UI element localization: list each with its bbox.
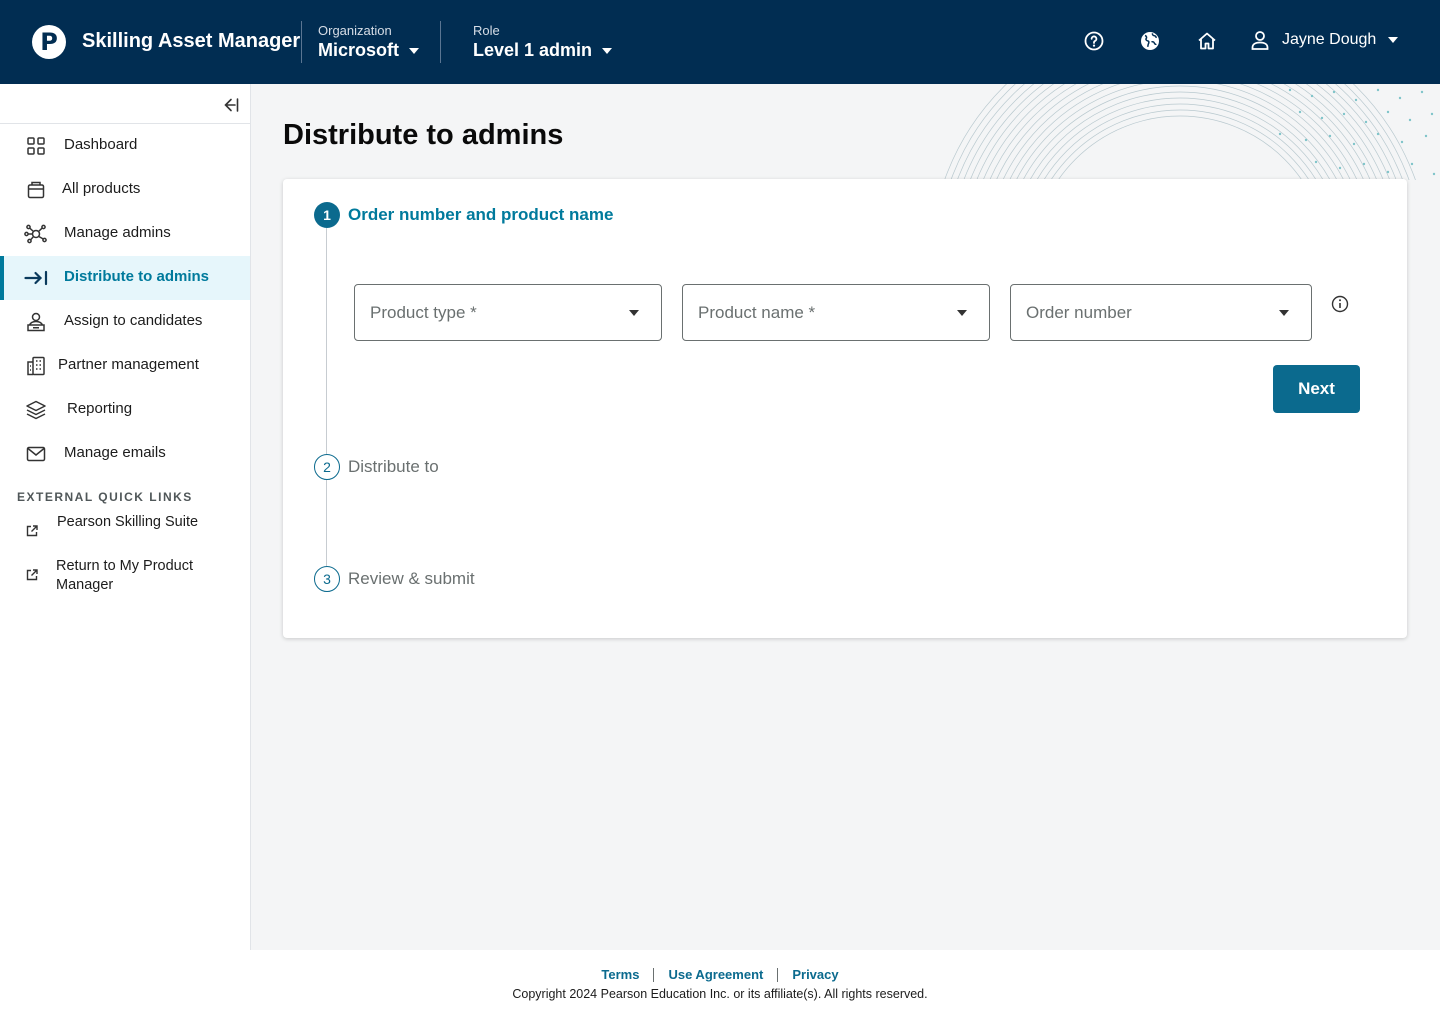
globe-icon[interactable] (1139, 30, 1161, 52)
sidebar-item-label: Partner management (58, 356, 199, 373)
copyright-text: Copyright 2024 Pearson Education Inc. or… (512, 987, 928, 1001)
arrow-right-bar-icon (24, 266, 48, 290)
chevron-down-icon (1279, 310, 1289, 316)
organization-selector[interactable]: Organization Microsoft (318, 23, 419, 61)
sidebar-item-distribute-to-admins[interactable]: Distribute to admins (0, 256, 250, 300)
user-name: Jayne Dough (1282, 31, 1377, 48)
person-podium-icon (24, 310, 48, 334)
network-icon (24, 222, 48, 246)
envelope-icon (24, 442, 48, 466)
role-selector[interactable]: Role Level 1 admin (473, 23, 613, 61)
footer-links: Terms Use Agreement Privacy (0, 967, 1440, 982)
order-number-select[interactable]: Order number (1010, 284, 1312, 341)
next-button[interactable]: Next (1273, 365, 1360, 413)
chevron-down-icon (409, 47, 419, 54)
header-divider (301, 21, 302, 63)
chevron-down-icon (602, 47, 613, 54)
app-title: Skilling Asset Manager (82, 30, 301, 52)
collapse-sidebar-icon[interactable] (220, 95, 240, 115)
footer: Terms Use Agreement Privacy Copyright 20… (0, 950, 1440, 1018)
grid-icon (24, 134, 48, 158)
sidebar-item-dashboard[interactable]: Dashboard (0, 124, 250, 168)
quick-links-heading: EXTERNAL QUICK LINKS (17, 490, 193, 504)
quick-link-label: Pearson Skilling Suite (57, 514, 199, 530)
step-3-indicator: 3 (314, 566, 340, 592)
sidebar-item-assign-to-candidates[interactable]: Assign to candidates (0, 300, 250, 344)
footer-separator (777, 967, 779, 982)
sidebar-item-label: Manage admins (64, 224, 171, 241)
pearson-logo[interactable]: P (32, 25, 66, 59)
chevron-down-icon (629, 310, 639, 316)
sidebar: Dashboard All products Manage admins Dis… (0, 84, 251, 950)
quick-link-return-to-my-product-manager[interactable]: Return to My Product Manager (0, 556, 250, 596)
sidebar-item-label: Assign to candidates (64, 312, 203, 329)
help-icon[interactable] (1083, 30, 1105, 52)
sidebar-item-partner-management[interactable]: Partner management (0, 344, 250, 388)
step-1-indicator: 1 (314, 202, 340, 228)
step-3-label: Review & submit (348, 569, 475, 588)
sidebar-item-all-products[interactable]: All products (0, 168, 250, 212)
role-label: Role (473, 23, 500, 38)
decorative-pattern (920, 84, 1440, 180)
layers-icon (24, 398, 48, 422)
step-connector (326, 228, 327, 454)
terms-link[interactable]: Terms (601, 967, 639, 982)
sidebar-item-label: Manage emails (64, 444, 166, 461)
sidebar-item-manage-admins[interactable]: Manage admins (0, 212, 250, 256)
product-name-placeholder: Product name * (698, 303, 816, 322)
sidebar-item-label: Reporting (67, 400, 133, 417)
use-agreement-link[interactable]: Use Agreement (668, 967, 763, 982)
step-2-label: Distribute to (348, 457, 439, 476)
top-header: P Skilling Asset Manager Organization Mi… (0, 0, 1440, 84)
external-link-icon (25, 524, 39, 538)
user-icon (1251, 31, 1269, 50)
chevron-down-icon (957, 310, 967, 316)
home-icon[interactable] (1196, 30, 1218, 52)
product-type-select[interactable]: Product type * (354, 284, 662, 341)
privacy-link[interactable]: Privacy (792, 967, 838, 982)
sidebar-item-label: Dashboard (64, 136, 138, 153)
product-type-placeholder: Product type * (370, 303, 477, 322)
user-menu[interactable]: Jayne Dough (1250, 30, 1399, 50)
quick-link-label: Return to My Product Manager (56, 558, 193, 593)
footer-separator (653, 967, 655, 982)
external-link-icon (25, 568, 39, 582)
sidebar-item-label: All products (62, 180, 141, 197)
sidebar-item-label: Distribute to admins (64, 268, 210, 285)
sidebar-item-reporting[interactable]: Reporting (0, 388, 250, 432)
info-icon[interactable] (1331, 295, 1349, 313)
step-2-indicator: 2 (314, 454, 340, 480)
step-1-label: Order number and product name (348, 205, 614, 224)
role-value: Level 1 admin (473, 40, 593, 60)
step-connector (326, 480, 327, 566)
stepper-card: 1 Order number and product name Product … (283, 179, 1407, 638)
sidebar-item-manage-emails[interactable]: Manage emails (0, 432, 250, 476)
building-icon (24, 354, 48, 378)
organization-label: Organization (318, 23, 392, 38)
order-number-placeholder: Order number (1026, 303, 1132, 322)
header-divider (440, 21, 441, 63)
quick-link-pearson-skilling-suite[interactable]: Pearson Skilling Suite (0, 512, 250, 552)
page-title: Distribute to admins (283, 119, 564, 151)
box-icon (24, 178, 48, 202)
organization-value: Microsoft (318, 40, 399, 60)
chevron-down-icon (1388, 37, 1399, 43)
product-name-select[interactable]: Product name * (682, 284, 990, 341)
